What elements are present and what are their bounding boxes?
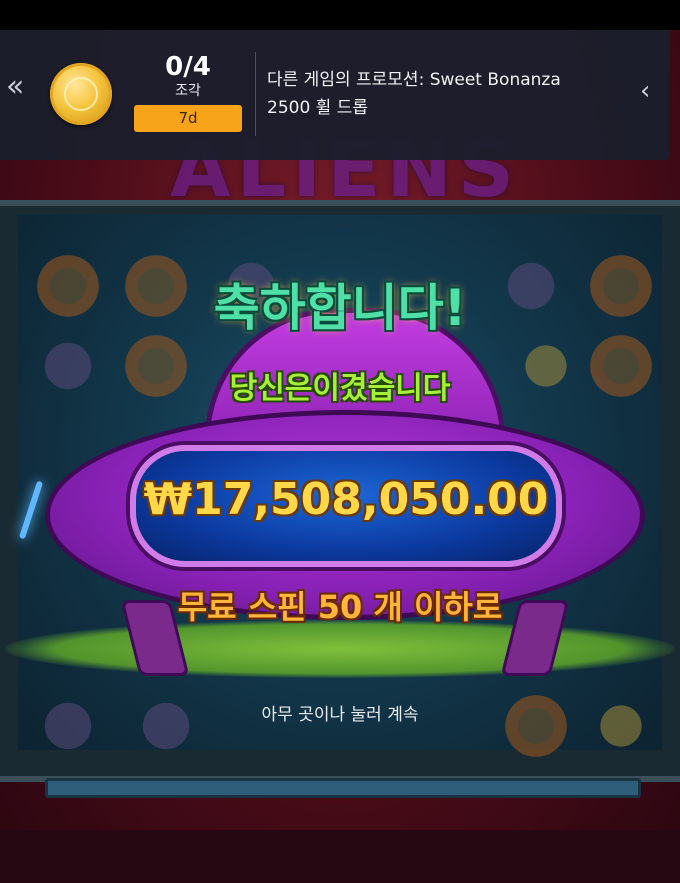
sun-symbol: [585, 330, 657, 402]
coin-icon: [50, 63, 112, 125]
status-bar: [0, 0, 680, 30]
promo-line-2: 2500 휠 드롭: [267, 98, 368, 118]
divider: [255, 52, 256, 136]
congrats-title: 축하합니다!: [213, 279, 467, 337]
sun-symbol: [32, 250, 104, 322]
pieces-count: 0/4: [165, 52, 211, 82]
pieces-label: 조각: [175, 83, 201, 99]
sun-symbol: [585, 250, 657, 322]
promo-description: 다른 게임의 프로모션: Sweet Bonanza 2500 휠 드롭: [267, 66, 627, 122]
win-amount: ₩17,508,050.00: [143, 474, 549, 525]
days-left-badge: 7d: [134, 105, 242, 132]
chevron-left-icon[interactable]: ‹: [640, 76, 650, 106]
mushroom-symbol: [32, 690, 104, 762]
bottom-area: [0, 830, 680, 883]
reel-bottom-bar: [45, 778, 641, 798]
free-spins-text: 무료 스핀 50 개 이하로: [177, 588, 503, 626]
promo-line-1: 다른 게임의 프로모션: Sweet Bonanza: [267, 70, 561, 90]
tap-to-continue[interactable]: 아무 곳이나 눌러 계속: [190, 703, 490, 727]
you-won-subtitle: 당신은이겼습니다: [229, 371, 451, 406]
sun-symbol: [500, 690, 572, 762]
star-symbol: [585, 690, 657, 762]
coin-emblem: [64, 77, 98, 111]
alien-symbol: [32, 330, 104, 402]
double-chevron-left-icon[interactable]: «: [6, 72, 24, 102]
